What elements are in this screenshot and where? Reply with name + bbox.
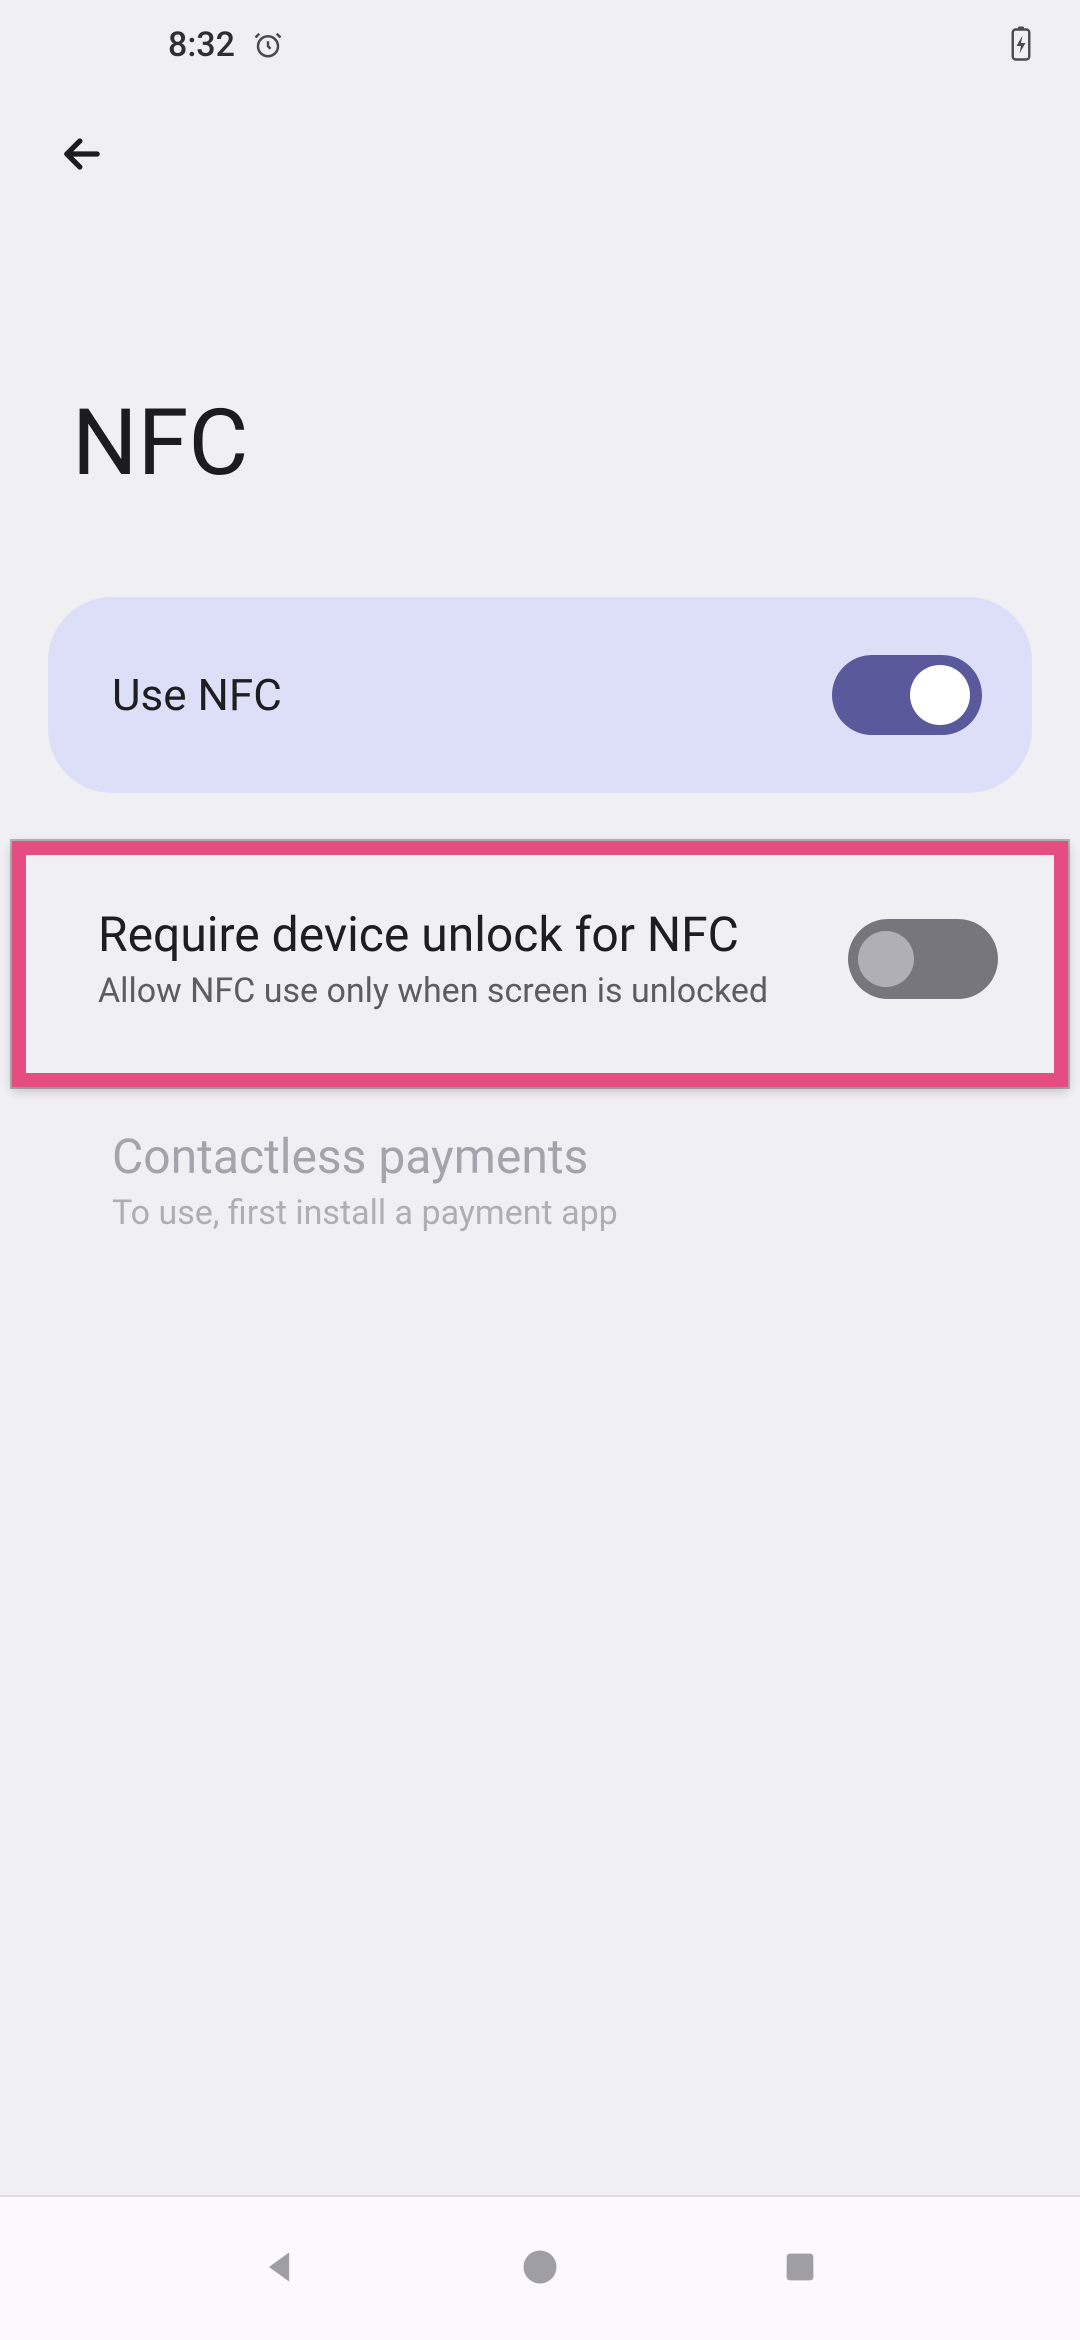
nav-home-button[interactable] bbox=[480, 2209, 600, 2329]
setting-label: Require device unlock for NFC bbox=[98, 905, 818, 965]
setting-label-wrap: Use NFC bbox=[112, 668, 832, 723]
status-time: 8:32 bbox=[168, 25, 235, 65]
status-right bbox=[1010, 25, 1032, 65]
toggle-thumb-icon bbox=[910, 665, 970, 725]
setting-require-unlock[interactable]: Require device unlock for NFC Allow NFC … bbox=[12, 841, 1068, 1087]
setting-contactless-payments: Contactless payments To use, first insta… bbox=[48, 1087, 1032, 1275]
status-bar: 8:32 bbox=[0, 0, 1080, 90]
setting-label: Contactless payments bbox=[112, 1127, 968, 1187]
use-nfc-toggle[interactable] bbox=[832, 655, 982, 735]
setting-label-wrap: Contactless payments To use, first insta… bbox=[112, 1127, 968, 1235]
settings-list: Use NFC Require device unlock for NFC Al… bbox=[0, 597, 1080, 1275]
setting-use-nfc[interactable]: Use NFC bbox=[48, 597, 1032, 793]
setting-summary: To use, first install a payment app bbox=[112, 1191, 968, 1235]
setting-label-wrap: Require device unlock for NFC Allow NFC … bbox=[98, 905, 818, 1013]
back-button[interactable] bbox=[40, 113, 124, 197]
toggle-thumb-icon bbox=[858, 931, 914, 987]
app-bar bbox=[0, 90, 1080, 220]
nav-back-button[interactable] bbox=[220, 2209, 340, 2329]
circle-home-icon bbox=[518, 2245, 562, 2292]
triangle-back-icon bbox=[258, 2245, 302, 2292]
setting-label: Use NFC bbox=[112, 668, 832, 723]
status-left: 8:32 bbox=[168, 25, 283, 65]
setting-summary: Allow NFC use only when screen is unlock… bbox=[98, 969, 818, 1013]
require-unlock-toggle[interactable] bbox=[848, 919, 998, 999]
square-recents-icon bbox=[780, 2247, 820, 2290]
navigation-bar bbox=[0, 2195, 1080, 2340]
alarm-icon bbox=[253, 30, 283, 60]
battery-charging-icon bbox=[1010, 25, 1032, 61]
nav-recents-button[interactable] bbox=[740, 2209, 860, 2329]
page-title: NFC bbox=[0, 220, 1080, 597]
arrow-left-icon bbox=[56, 128, 108, 183]
